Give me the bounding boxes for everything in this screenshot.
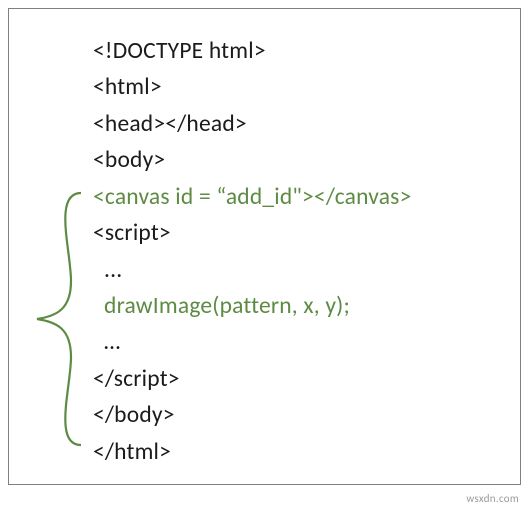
code-line-0: <!DOCTYPE html> [93,33,512,69]
brace-icon [31,191,81,447]
code-line-5: <script> [93,215,512,251]
code-line-3: <body> [93,142,512,178]
code-frame: <!DOCTYPE html><html><head></head><body>… [8,8,521,485]
code-line-1: <html> [93,69,512,105]
code-line-4: <canvas id = “add_id"></canvas> [93,179,512,215]
code-line-9: </script> [93,361,512,397]
code-line-8: … [93,324,512,360]
code-listing: <!DOCTYPE html><html><head></head><body>… [93,33,512,470]
code-line-10: </body> [93,397,512,433]
code-line-7: drawImage(pattern, x, y); [93,288,512,324]
code-line-2: <head></head> [93,106,512,142]
code-line-6: ... [93,252,512,288]
code-line-11: </html> [93,434,512,470]
watermark-text: wsxdn.com [466,492,519,505]
